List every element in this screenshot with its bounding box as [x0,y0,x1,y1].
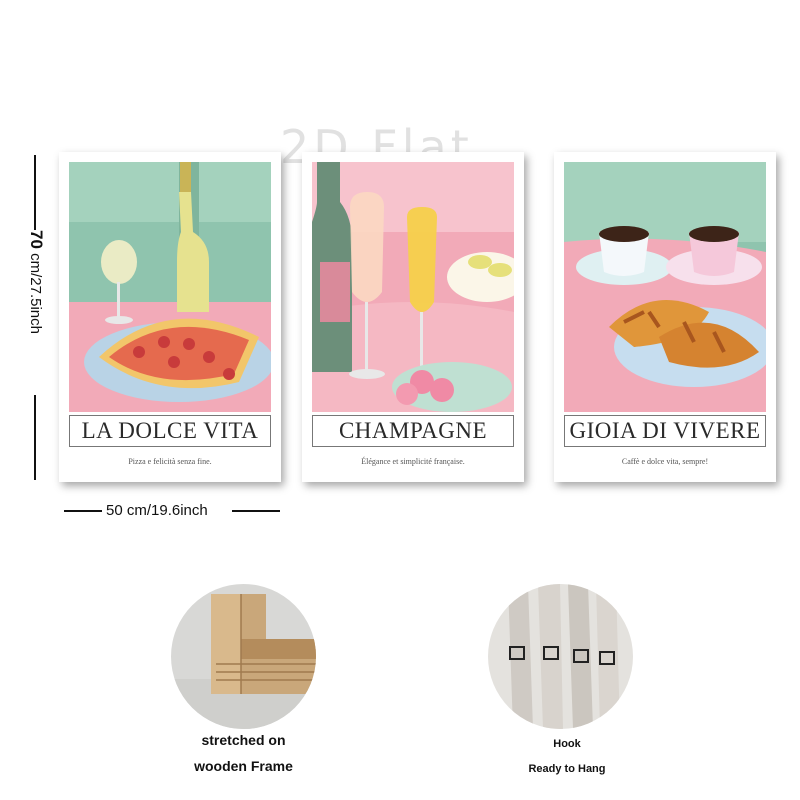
poster-title: CHAMPAGNE [312,415,514,447]
wooden-frame-image [171,584,316,729]
feature-caption-line2: wooden Frame [194,758,293,774]
poster-title: GIOIA DI VIVERE [564,415,766,447]
champagne-painting [312,162,514,412]
feature-caption-line2: Ready to Hang [528,763,606,775]
poster-gioia-di-vivere: GIOIA DI VIVERE Caffè e dolce vita, semp… [554,152,776,482]
coffee-croissant-painting [564,162,766,412]
feature-caption-line1: stretched on [201,732,286,748]
pizza-wine-painting [69,162,271,412]
hook-photo [488,584,633,729]
width-dimension-label: 50 cm/19.6inch [106,502,208,519]
width-dimension-line-left [64,510,102,512]
height-dimension-label: 70 cm/27.5inch [12,230,52,410]
poster-la-dolce-vita: LA DOLCE VITA Pizza e felicità senza fin… [59,152,281,482]
hook-image [488,584,633,729]
feature-caption-line1: Hook [553,738,581,750]
poster-subtitle: Élégance et simplicité française. [361,457,465,466]
wooden-frame-photo [171,584,316,729]
poster-champagne: CHAMPAGNE Élégance et simplicité françai… [302,152,524,482]
poster-title: LA DOLCE VITA [69,415,271,447]
height-dimension-number: 70 [27,230,46,249]
height-dimension-unit: cm/27.5inch [27,253,44,334]
poster-subtitle: Caffè e dolce vita, sempre! [621,457,709,466]
width-dimension-line-right [232,510,280,512]
height-dimension-line-top [34,155,36,230]
poster-subtitle: Pizza e felicità senza fine. [128,457,212,466]
